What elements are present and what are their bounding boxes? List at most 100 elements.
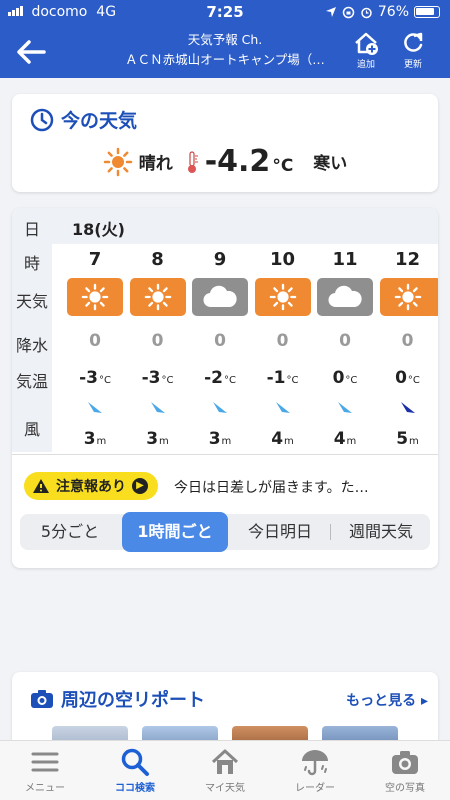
precip-value: 0 [314,331,376,351]
temp-number: -1 [266,368,286,388]
precip-value: 0 [189,331,251,351]
wind-direction [127,398,189,420]
weather-cell [64,278,126,316]
wind-speed-number: 3 [83,429,96,449]
hour-value: 8 [151,249,164,270]
tab-my-weather-label: マイ天気 [205,783,245,794]
precip-amount: 0 [339,331,351,351]
warning-badge-label: 注意報あり [56,479,126,495]
wind-arrow-icon [213,402,227,413]
battery-percent: 76% [377,4,409,20]
temp-number: -3 [141,368,161,388]
wind-arrow-icon [400,402,415,413]
tab-radar[interactable]: レーダー [270,747,360,794]
header-location: ＡＣＮ赤城山オートキャンプ場（… [125,52,325,67]
weather-cell [252,278,314,316]
wind-unit: m [96,436,107,447]
tab-weekly[interactable]: 週間天気 [332,514,430,550]
wind-unit: m [284,436,294,447]
chevron-right-icon: ▶ [132,478,148,494]
tab-sky-photos-label: 空の写真 [385,783,425,794]
tab-5min[interactable]: 5分ごと [20,514,120,550]
wind-unit: m [409,436,419,447]
temp-value: 0°C [377,368,439,388]
precip-amount: 0 [214,331,226,351]
hour-label: 12 [377,249,439,270]
precip-amount: 0 [276,331,289,351]
hour-value: 9 [213,249,227,270]
cloudy-icon [317,278,373,316]
refresh-icon [404,32,423,52]
temp-number: 0 [332,368,345,388]
back-arrow-icon[interactable] [14,36,48,68]
bottom-tab-bar: メニュー ココ検索 マイ天気 レーダー 空の写真 [0,740,450,800]
temp-value: -3°C [64,368,126,388]
warning-badge[interactable]: 注意報あり ▶ [24,472,158,500]
location-icon [325,7,336,17]
precip-value: 0 [127,331,189,351]
wind-speed: 4m [314,429,376,449]
precip-amount: 0 [151,331,164,351]
clock-icon [30,108,54,131]
wind-direction [189,398,251,420]
tab-today-tomorrow[interactable]: 今日明日 [232,514,328,550]
wind-speed: 3m [127,429,189,449]
hour-label: 8 [127,249,189,270]
wind-direction [252,398,314,420]
tab-menu-label: メニュー [25,783,65,794]
add-label: 追加 [356,60,375,70]
camera-icon [31,690,53,708]
tab-search[interactable]: ココ検索 [90,747,180,794]
hour-value: 10 [269,249,296,270]
wind-speed-number: 3 [146,429,159,449]
current-feel: 寒い [313,154,348,174]
temp-value: -2°C [189,368,251,388]
temp-value: -3°C [127,368,189,388]
next-hour-weather-cell [428,278,438,316]
wind-speed-number: 4 [271,429,284,449]
sunny-icon [129,278,186,316]
umbrella-icon [302,750,328,776]
wind-arrow-icon [88,402,102,413]
weather-cell [314,278,376,316]
tab-my-weather[interactable]: マイ天気 [180,747,270,794]
tab-radar-label: レーダー [295,783,335,794]
temp-value: -1°C [252,368,314,388]
temp-value: 0°C [314,368,376,388]
rotation-lock-icon [342,6,355,18]
wind-direction [377,398,439,420]
temp-unit: °C [345,375,358,386]
temp-unit: °C [286,375,299,386]
sunny-icon [67,278,123,316]
precip-amount: 0 [401,331,414,351]
current-weather-title: 今の天気 [61,110,138,132]
wind-arrow-icon [150,402,165,413]
wind-direction [314,398,376,420]
header-channel: 天気予報 Ch. [187,32,263,47]
more-link[interactable]: もっと見る ▸ [346,690,428,710]
precip-value: 0 [377,331,439,351]
precip-value: 0 [252,331,314,351]
hour-label: 9 [189,249,251,270]
current-temp-unit: °C [272,156,294,176]
battery-icon [414,6,440,18]
wind-speed-number: 3 [208,429,221,449]
tab-menu[interactable]: メニュー [0,747,90,794]
wind-speed: 5m [377,429,439,449]
warning-text[interactable]: 今日は日差しが届きます。た… [174,477,369,497]
add-home-icon [355,32,378,55]
temp-number: 0 [395,368,407,388]
current-condition: 晴れ [138,154,173,174]
wind-unit: m [159,436,169,447]
hour-label: 10 [252,249,314,270]
tab-1hour[interactable]: 1時間ごと [122,512,228,552]
add-button[interactable]: 追加 [346,30,386,70]
label-hour: 時 [12,250,52,274]
sun-icon [103,147,132,176]
temp-number: -2 [204,368,223,388]
tab-sky-photos[interactable]: 空の写真 [360,747,450,794]
precip-amount: 0 [89,331,101,351]
wind-speed: 3m [189,429,251,449]
refresh-button[interactable]: 更新 [393,30,433,70]
hourly-forecast-card: 日 時 天気 降水 気温 風 18(火) 7 0 -3°C 3m 8 0 -3°C 3m 9 0-… [12,208,438,568]
